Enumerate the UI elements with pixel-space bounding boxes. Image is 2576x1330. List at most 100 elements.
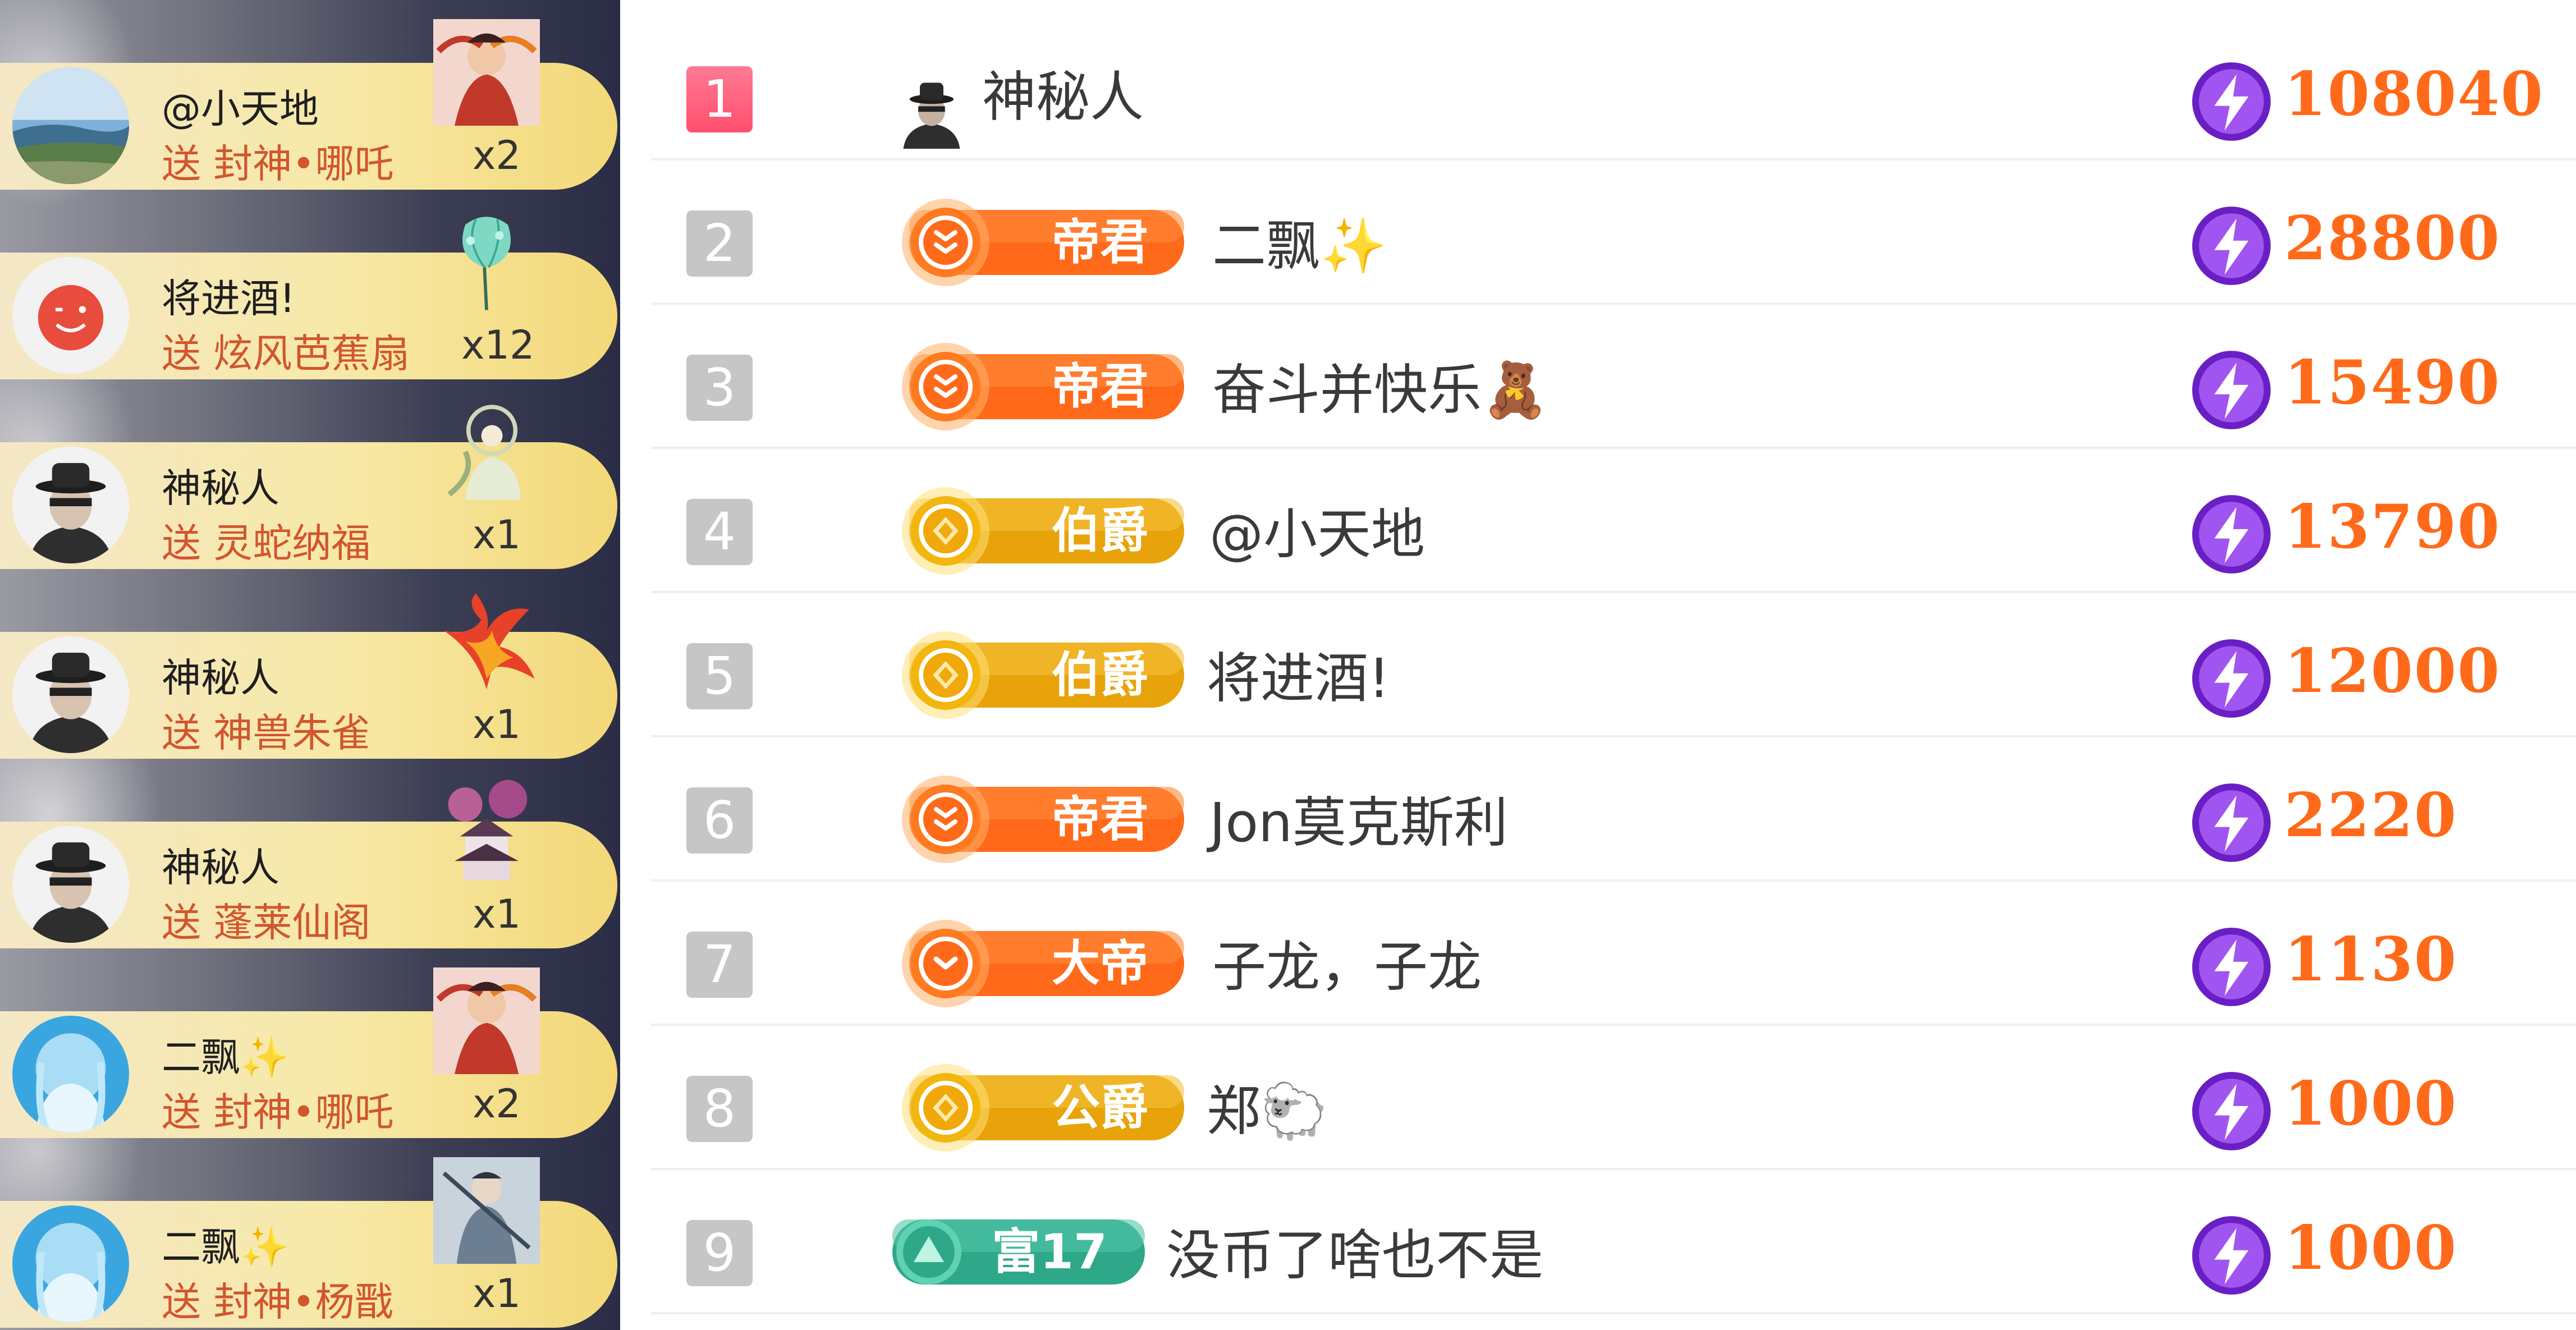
rank-user-name: 奋斗并快乐🧸 — [1212, 359, 1549, 421]
level-badge: 帝君 — [892, 774, 1190, 864]
lightning-coin-icon — [2189, 59, 2274, 144]
rank-user-name: @小天地 — [1209, 503, 1425, 566]
gift-count: x1 — [473, 1271, 521, 1317]
leaderboard-row[interactable]: 9 富17 没币了啥也不是 1000 — [651, 1168, 2576, 1314]
badge-label: 帝君 — [1052, 359, 1148, 415]
badge-label: 帝君 — [1052, 791, 1148, 847]
gift-description: 送 灵蛇纳福 — [162, 520, 371, 566]
lightning-coin-icon — [2189, 924, 2274, 1010]
gift-score: 12000 — [2284, 636, 2501, 707]
lightning-coin-icon — [2189, 780, 2274, 865]
rank-user-name: 将进酒! — [1207, 647, 1390, 710]
gift-description: 送 封神•哪吒 — [162, 1089, 394, 1135]
mystery-man-avatar[interactable] — [12, 636, 129, 753]
gift-sender-name: 神秘人 — [162, 655, 279, 701]
leaderboard-row[interactable]: 7 大帝 子龙，子龙 1130 — [651, 879, 2576, 1026]
level-badge: 大帝 — [892, 919, 1190, 1008]
rank-number: 4 — [686, 499, 753, 565]
anime-girl-avatar[interactable] — [12, 1205, 129, 1322]
gift-sender-name: 神秘人 — [162, 845, 279, 891]
lightning-coin-icon — [2189, 636, 2274, 721]
level-badge: 帝君 — [892, 342, 1190, 432]
phoenix-gift-icon — [433, 588, 540, 695]
gift-count: x1 — [473, 512, 521, 558]
gift-feed-item[interactable]: 神秘人 送 神兽朱雀 x1 — [0, 569, 620, 759]
gift-description: 送 神兽朱雀 — [162, 710, 371, 756]
rank-number: 8 — [686, 1076, 753, 1142]
leaderboard-row[interactable]: 2 帝君 二飘✨ 28800 — [651, 158, 2576, 305]
badge-label: 伯爵 — [1052, 503, 1148, 559]
leaderboard-row[interactable]: 6 帝君 Jon莫克斯利 2220 — [651, 735, 2576, 882]
nezha-gift-icon — [433, 967, 540, 1074]
gift-sender-name: 二飘✨ — [162, 1224, 290, 1270]
badge-label: 帝君 — [1052, 214, 1148, 270]
badge-label: 伯爵 — [1052, 647, 1148, 703]
lightning-coin-icon — [2189, 347, 2274, 433]
gift-feed-item[interactable]: 神秘人 送 蓬莱仙阁 x1 — [0, 759, 620, 948]
rank-user-name: 没币了啥也不是 — [1166, 1224, 1543, 1287]
gift-score: 15490 — [2284, 347, 2501, 418]
gift-feed-item[interactable]: 神秘人 送 灵蛇纳福 x1 — [0, 379, 620, 569]
spirit-snake-gift-icon — [433, 398, 540, 505]
gift-description: 送 炫风芭蕉扇 — [162, 331, 410, 377]
lightning-coin-icon — [2189, 1068, 2274, 1154]
level-badge: 富17 — [892, 1207, 1145, 1297]
red-smiley-avatar[interactable] — [12, 257, 129, 374]
rank-number: 3 — [686, 355, 753, 421]
gift-score: 28800 — [2284, 203, 2501, 274]
leaderboard-row[interactable]: 4 伯爵 @小天地 13790 — [651, 447, 2576, 593]
rank-number: 7 — [686, 932, 753, 998]
level-badge: 伯爵 — [892, 630, 1190, 720]
anime-girl-avatar[interactable] — [12, 1016, 129, 1132]
badge-label: 富17 — [992, 1224, 1107, 1280]
level-badge: 帝君 — [892, 198, 1190, 287]
banana-fan-gift-icon — [433, 209, 540, 315]
pavilion-gift-icon — [433, 778, 540, 884]
gift-score: 13790 — [2284, 492, 2501, 562]
gift-score: 1000 — [2284, 1213, 2458, 1283]
rank-number: 1 — [686, 66, 753, 132]
gift-feed-item[interactable]: @小天地 送 封神•哪吒 x2 — [0, 0, 620, 190]
gift-sender-name: 二飘✨ — [162, 1034, 290, 1080]
gift-sender-name: @小天地 — [162, 86, 319, 132]
gift-score: 1000 — [2284, 1068, 2458, 1139]
mystery-man-avatar[interactable] — [12, 826, 129, 943]
lightning-coin-icon — [2189, 1213, 2274, 1298]
badge-label: 大帝 — [1052, 935, 1148, 992]
seascape-avatar[interactable] — [12, 67, 129, 184]
rank-number: 6 — [686, 787, 753, 854]
rank-number: 2 — [686, 210, 753, 277]
gift-feed-item[interactable]: 二飘✨ 送 封神•杨戬 x1 — [0, 1138, 620, 1328]
gift-description: 送 封神•哪吒 — [162, 141, 394, 187]
gift-score: 108040 — [2284, 59, 2544, 130]
gift-count: x2 — [473, 1081, 521, 1127]
leaderboard-row[interactable]: 1 神秘人 108040 — [651, 14, 2576, 160]
leaderboard-row[interactable]: 8 公爵 郑🐑 1000 — [651, 1024, 2576, 1170]
gift-description: 送 封神•杨戬 — [162, 1279, 394, 1325]
rank-user-name: 二飘✨ — [1212, 214, 1387, 277]
gift-count: x2 — [473, 132, 521, 178]
gift-leaderboard: 1 神秘人 108040 2 帝君 二飘✨ 28800 3 帝君 奋斗并快乐🧸 — [651, 0, 2576, 1330]
gift-feed-item[interactable]: 将进酒! 送 炫风芭蕉扇 x12 — [0, 190, 620, 379]
gift-feed-item[interactable]: 二飘✨ 送 封神•哪吒 x2 — [0, 948, 620, 1138]
leaderboard-row[interactable]: 5 伯爵 将进酒! 12000 — [651, 591, 2576, 737]
lightning-coin-icon — [2189, 492, 2274, 577]
gift-description: 送 蓬莱仙阁 — [162, 900, 371, 946]
gift-sender-name: 将进酒! — [162, 276, 296, 322]
gift-feed-panel: @小天地 送 封神•哪吒 x2 将进酒! 送 炫风芭蕉扇 x12 神秘人 送 灵… — [0, 0, 620, 1330]
yangjian-gift-icon — [433, 1157, 540, 1264]
gift-count: x1 — [473, 891, 521, 937]
level-badge: 公爵 — [892, 1063, 1190, 1153]
rank-number: 5 — [686, 643, 753, 709]
level-badge: 伯爵 — [892, 486, 1190, 576]
rank-user-name: 郑🐑 — [1207, 1080, 1328, 1143]
badge-label: 公爵 — [1052, 1080, 1148, 1136]
nezha-gift-icon — [433, 19, 540, 126]
rank-user-name: 神秘人 — [982, 66, 1144, 129]
leaderboard-row[interactable]: 3 帝君 奋斗并快乐🧸 15490 — [651, 302, 2576, 449]
gift-score: 1130 — [2284, 924, 2458, 995]
mystery-man-avatar[interactable] — [12, 447, 129, 563]
rank-number: 9 — [686, 1220, 753, 1286]
mystery-man-icon — [892, 70, 971, 149]
gift-sender-name: 神秘人 — [162, 465, 279, 511]
